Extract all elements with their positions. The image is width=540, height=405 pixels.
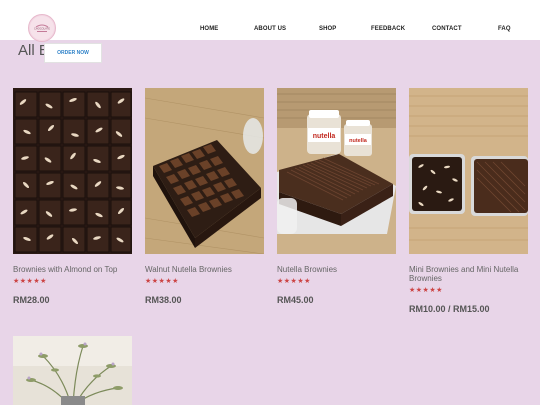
product-image[interactable] <box>409 88 528 254</box>
svg-text:nutella: nutella <box>313 133 336 140</box>
site-header: CHOCOLATE HOME ABOUT US SHOP FEEDBACK CO… <box>0 0 540 42</box>
svg-text:nutella: nutella <box>349 138 368 144</box>
product-image[interactable] <box>13 88 132 254</box>
star-rating: ★★★★★ <box>409 287 443 294</box>
product-price: RM28.00 <box>13 295 50 305</box>
product-name[interactable]: Brownies with Almond on Top <box>13 265 132 274</box>
product-price: RM10.00 / RM15.00 <box>409 304 490 314</box>
star-rating: ★★★★★ <box>145 278 179 285</box>
svg-text:CHOCOLATE: CHOCOLATE <box>34 27 50 31</box>
nav-contact[interactable]: CONTACT <box>432 26 462 32</box>
product-name[interactable]: Nutella Brownies <box>277 265 396 274</box>
almond-brownies-image <box>13 88 132 254</box>
logo-icon: CHOCOLATE <box>30 16 54 40</box>
walnut-brownies-image <box>145 88 264 254</box>
plant-product-image <box>13 336 132 405</box>
nav-shop[interactable]: SHOP <box>319 26 336 32</box>
nutella-brownies-image: nutella nutella <box>277 88 396 254</box>
nav-faq[interactable]: FAQ <box>498 26 511 32</box>
product-image[interactable] <box>145 88 264 254</box>
logo[interactable]: CHOCOLATE <box>28 14 56 42</box>
product-price: RM45.00 <box>277 295 314 305</box>
product-name[interactable]: Mini Brownies and Mini Nutella Brownies <box>409 265 528 283</box>
product-card[interactable] <box>13 336 132 405</box>
product-card[interactable]: Walnut Nutella Brownies ★★★★★ RM38.00 <box>145 88 264 305</box>
product-card[interactable]: Mini Brownies and Mini Nutella Brownies … <box>409 88 528 314</box>
nav-about-us[interactable]: ABOUT US <box>254 26 286 32</box>
star-rating: ★★★★★ <box>13 278 47 285</box>
nav-home[interactable]: HOME <box>200 26 218 32</box>
product-name[interactable]: Walnut Nutella Brownies <box>145 265 264 274</box>
nav-feedback[interactable]: FEEDBACK <box>371 26 405 32</box>
order-now-button[interactable]: ORDER NOW <box>44 43 102 63</box>
mini-brownies-image <box>409 88 528 254</box>
product-price: RM38.00 <box>145 295 182 305</box>
product-image[interactable]: nutella nutella <box>277 88 396 254</box>
star-rating: ★★★★★ <box>277 278 311 285</box>
product-card[interactable]: Brownies with Almond on Top ★★★★★ RM28.0… <box>13 88 132 305</box>
product-card[interactable]: nutella nutella Nutella Brownies ★★★★★ R… <box>277 88 396 305</box>
